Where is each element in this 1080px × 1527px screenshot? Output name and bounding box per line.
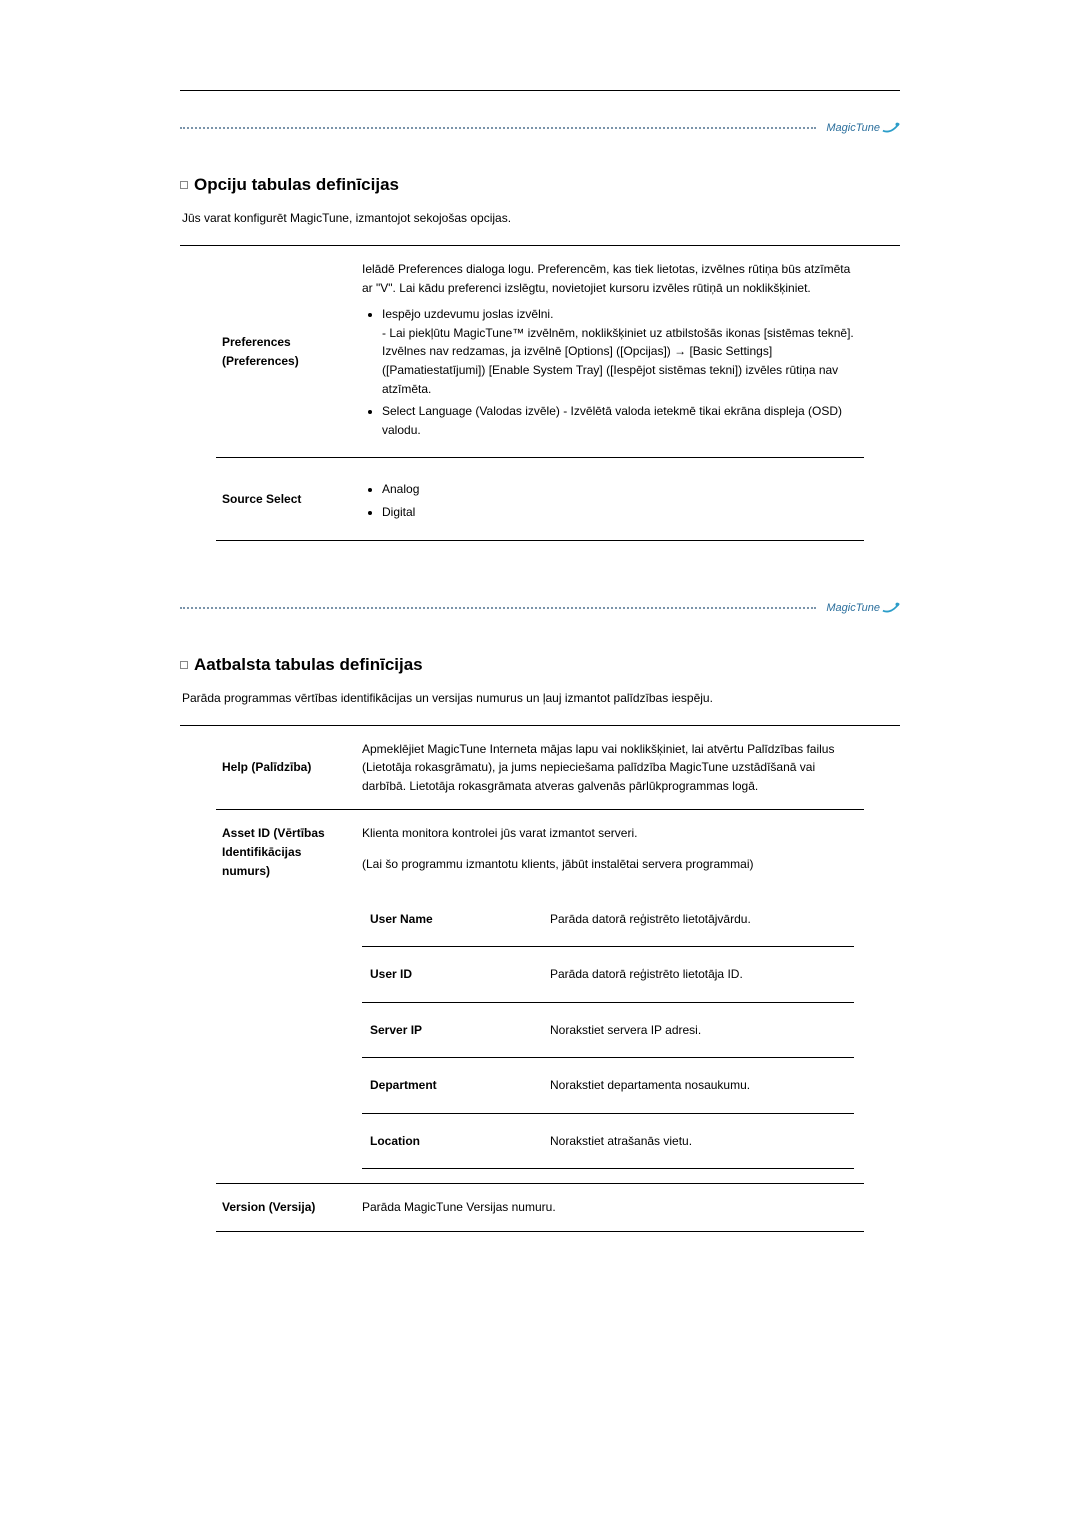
pref-bullet-line-2: - Lai piekļūtu MagicTune™ izvēlnēm, nokl… — [382, 326, 854, 340]
field-label-user-name: User Name — [362, 892, 542, 947]
table-row: Preferences (Preferences) Ielādē Prefere… — [216, 246, 864, 458]
asset-id-intro-2: (Lai šo programmu izmantotu klients, jāb… — [362, 855, 854, 874]
top-horizontal-rule — [180, 90, 900, 91]
preferences-lead-text: Ielādē Preferences dialoga logu. Prefere… — [362, 260, 854, 297]
options-definition-table: Preferences (Preferences) Ielādē Prefere… — [216, 246, 864, 541]
field-value-user-id: Parāda datorā reģistrēto lietotāja ID. — [542, 947, 854, 1003]
section2-intro: Parāda programmas vērtības identifikācij… — [182, 691, 900, 705]
row-content-help: Apmeklējiet MagicTune Interneta mājas la… — [356, 726, 864, 810]
section-title-text: Aatbalsta tabulas definīcijas — [194, 655, 423, 675]
asset-id-intro-1: Klienta monitora kontrolei jūs varat izm… — [362, 824, 854, 843]
table-row: Help (Palīdzība) Apmeklējiet MagicTune I… — [216, 726, 864, 810]
field-value-location: Norakstiet atrašanās vietu. — [542, 1113, 854, 1169]
row-content-version: Parāda MagicTune Versijas numuru. — [356, 1184, 864, 1232]
field-label-location: Location — [362, 1113, 542, 1169]
dotted-line — [180, 127, 816, 129]
magictune-logo: MagicTune — [816, 601, 900, 615]
support-definition-table: Help (Palīdzība) Apmeklējiet MagicTune I… — [216, 726, 864, 1233]
pref-bullet-line-1: Iespējo uzdevumu joslas izvēlni. — [382, 307, 553, 321]
source-select-list: Analog Digital — [382, 480, 854, 521]
table-row: Server IP Norakstiet servera IP adresi. — [362, 1002, 854, 1058]
table-row: Source Select Analog Digital — [216, 458, 864, 540]
row-content-source-select: Analog Digital — [356, 458, 864, 540]
pref-bullet-line-3: Izvēlnes nav redzamas, ja izvēlnē [Optio… — [382, 344, 838, 395]
table-row: Version (Versija) Parāda MagicTune Versi… — [216, 1184, 864, 1232]
row-label-help: Help (Palīdzība) — [216, 726, 356, 810]
asset-id-fields-table: User Name Parāda datorā reģistrēto lieto… — [362, 892, 854, 1170]
section-title-options: Opciju tabulas definīcijas — [180, 175, 900, 195]
row-label-source-select: Source Select — [216, 458, 356, 540]
list-item: Select Language (Valodas izvēle) - Izvēl… — [382, 402, 854, 439]
table-row: User ID Parāda datorā reģistrēto lietotā… — [362, 947, 854, 1003]
magictune-logo: MagicTune — [816, 121, 900, 135]
field-label-user-id: User ID — [362, 947, 542, 1003]
section1-intro: Jūs varat konfigurēt MagicTune, izmantoj… — [182, 211, 900, 225]
field-value-user-name: Parāda datorā reģistrēto lietotājvārdu. — [542, 892, 854, 947]
preferences-bullet-list: Iespējo uzdevumu joslas izvēlni. - Lai p… — [382, 305, 854, 439]
field-label-server-ip: Server IP — [362, 1002, 542, 1058]
swoosh-icon — [882, 601, 900, 615]
table-row: User Name Parāda datorā reģistrēto lieto… — [362, 892, 854, 947]
table-row: Asset ID (Vērtības Identifikācijas numur… — [216, 810, 864, 1184]
table-row: Location Norakstiet atrašanās vietu. — [362, 1113, 854, 1169]
list-item: Digital — [382, 503, 854, 522]
logo-text: MagicTune — [826, 602, 880, 614]
row-content-asset-id: Klienta monitora kontrolei jūs varat izm… — [356, 810, 864, 1184]
list-item: Analog — [382, 480, 854, 499]
logo-text: MagicTune — [826, 122, 880, 134]
square-bullet-icon — [180, 661, 188, 669]
field-label-department: Department — [362, 1058, 542, 1114]
divider-with-logo: MagicTune — [180, 601, 900, 615]
row-label-asset-id: Asset ID (Vērtības Identifikācijas numur… — [216, 810, 356, 1184]
field-value-department: Norakstiet departamenta nosaukumu. — [542, 1058, 854, 1114]
table-row: Department Norakstiet departamenta nosau… — [362, 1058, 854, 1114]
section-title-text: Opciju tabulas definīcijas — [194, 175, 399, 195]
row-label-preferences: Preferences (Preferences) — [216, 246, 356, 458]
section-title-support: Aatbalsta tabulas definīcijas — [180, 655, 900, 675]
field-value-server-ip: Norakstiet servera IP adresi. — [542, 1002, 854, 1058]
row-label-version: Version (Versija) — [216, 1184, 356, 1232]
square-bullet-icon — [180, 181, 188, 189]
row-content-preferences: Ielādē Preferences dialoga logu. Prefere… — [356, 246, 864, 458]
swoosh-icon — [882, 121, 900, 135]
divider-with-logo: MagicTune — [180, 121, 900, 135]
dotted-line — [180, 607, 816, 609]
list-item: Iespējo uzdevumu joslas izvēlni. - Lai p… — [382, 305, 854, 398]
